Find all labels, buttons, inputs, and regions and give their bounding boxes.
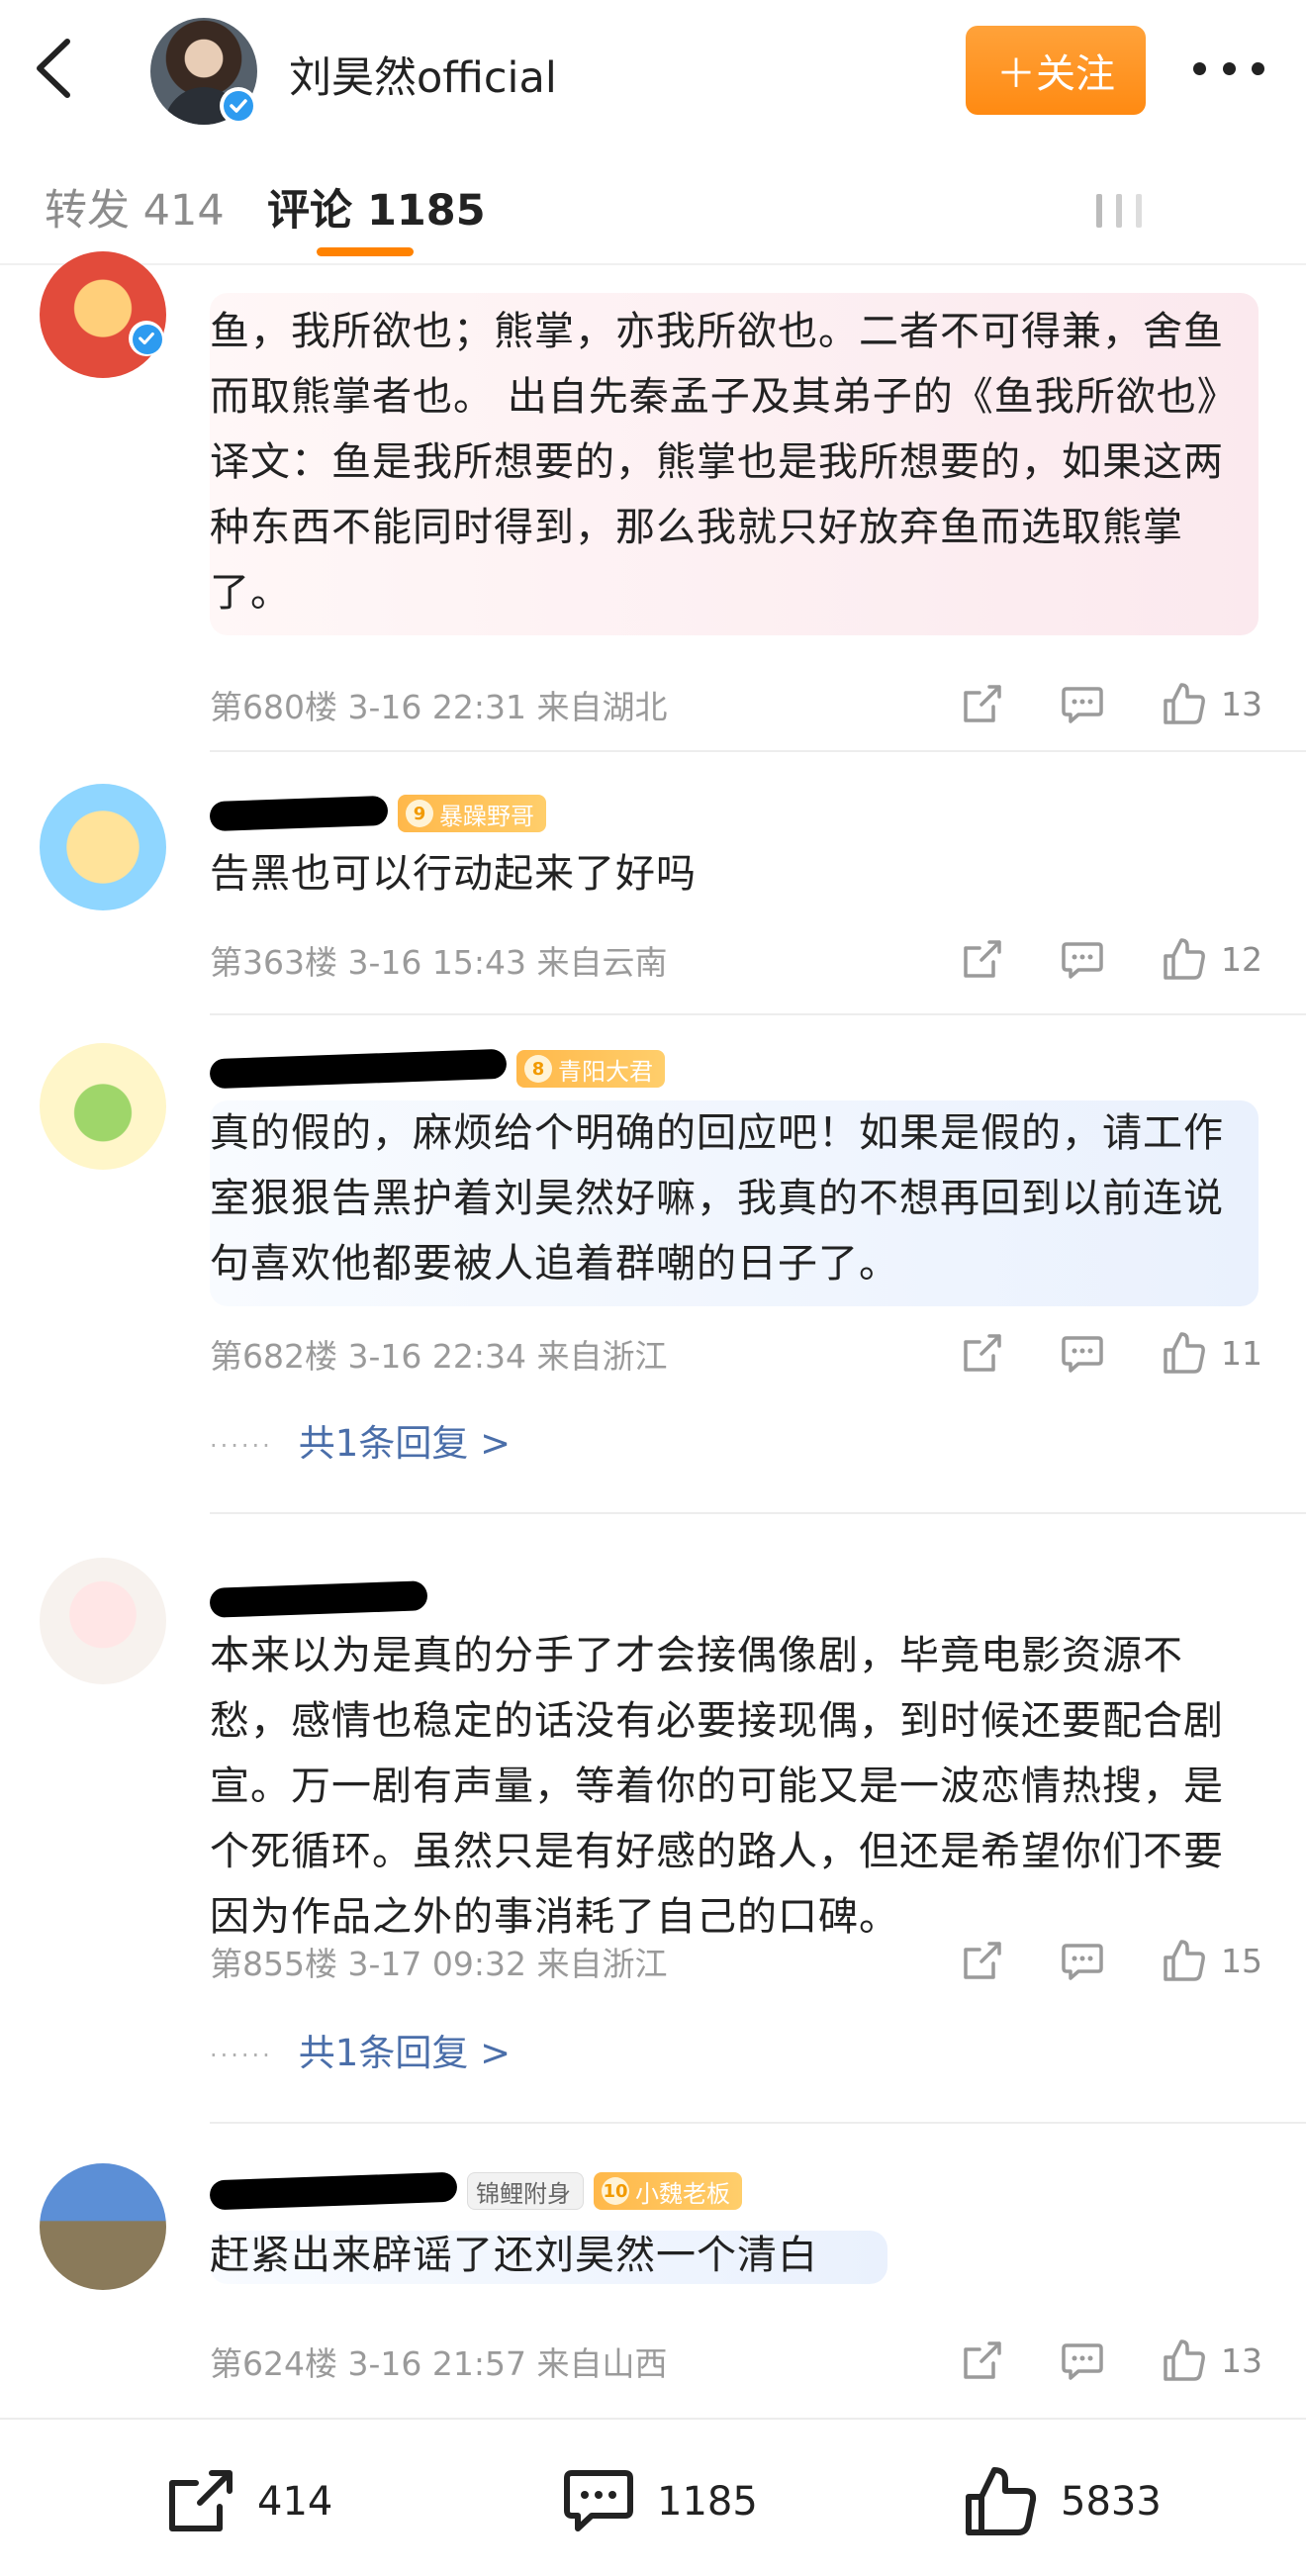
comment-actions: 13 [960,679,1276,728]
like-icon[interactable] [1162,1330,1207,1376]
verified-badge-icon [129,321,164,356]
like-icon[interactable] [1162,1938,1207,1983]
like-count: 15 [1221,1942,1262,1980]
commenter-name-row [209,1577,428,1621]
like-count: 13 [1221,2341,1262,2380]
tab-repost[interactable]: 转发 414 [45,176,225,238]
redacted-username [209,2171,458,2211]
redacted-username [209,1048,508,1090]
comment-icon [564,2470,633,2531]
chevron-left-icon[interactable] [28,36,83,101]
share-icon[interactable] [960,1332,1003,1376]
comment-divider [210,2122,1306,2124]
comment-meta: 第682楼 3-16 22:34 来自浙江 [210,1337,668,1376]
commenter-avatar[interactable] [40,784,166,910]
comment-actions: 12 [960,934,1276,984]
comment-item: 锦鲤附身 10 小魏老板 赶紧出来辟谣了还刘昊然一个清白 第624楼 3-16 2… [0,2142,1306,2417]
account-name[interactable]: 刘昊然official [289,44,557,105]
comment-divider [210,1512,1306,1514]
like-icon[interactable] [1162,2337,1207,2383]
reply-icon[interactable] [1061,2341,1104,2381]
view-replies-link[interactable]: ······ 共1条回复 > [210,2023,511,2076]
comment-text-content: 赶紧出来辟谣了还刘昊然一个清白 [210,2231,887,2284]
share-icon[interactable] [960,2339,1003,2383]
like-button[interactable]: 5833 [964,2467,1162,2536]
fan-level-badge: 9 暴躁野哥 [398,795,546,832]
comment-meta: 第680楼 3-16 22:31 来自湖北 [210,688,668,726]
redacted-username [209,795,389,832]
like-icon[interactable] [1162,681,1207,726]
comment-count: 1185 [657,2479,758,2525]
comment-divider [210,750,1306,752]
redacted-username [209,1580,428,1618]
comment-actions: 11 [960,1328,1276,1378]
fan-level-badge: 8 青阳大君 [516,1050,665,1088]
commenter-name-row: 9 暴躁野哥 [209,792,546,835]
comment-text: 真的假的，麻烦给个明确的回应吧！如果是假的，请工作室狠狠告黑护着刘昊然好嘛，我真… [210,1100,1259,1306]
share-icon[interactable] [960,683,1003,726]
comment-actions: 15 [960,1936,1276,1985]
comment-item: 8 青阳大君 真的假的，麻烦给个明确的回应吧！如果是假的，请工作室狠狠告黑护着刘昊… [0,1025,1306,1524]
bottom-action-bar: 414 1185 5833 [0,2418,1306,2576]
comment-meta: 第855楼 3-17 09:32 来自浙江 [210,1945,668,1983]
share-icon[interactable] [960,938,1003,982]
commenter-avatar[interactable] [40,251,166,378]
share-icon[interactable] [960,1940,1003,1983]
repost-button[interactable]: 414 [164,2467,332,2536]
comment-text: 鱼，我所欲也；熊掌，亦我所欲也。二者不可得兼，舍鱼而取熊掌者也。 出自先秦孟子及… [210,293,1259,635]
reply-icon[interactable] [1061,685,1104,724]
comment-text: 告黑也可以行动起来了好吗 [210,851,697,897]
follow-button[interactable]: ＋关注 [966,26,1146,115]
active-tab-indicator [317,247,414,256]
like-count: 12 [1221,940,1262,979]
commenter-avatar[interactable] [40,2163,166,2290]
more-dots-icon[interactable] [1193,46,1264,91]
tab-bar: 转发 414 评论 1185 [0,139,1306,265]
comment-item: 本来以为是真的分手了才会接偶像剧，毕竟电影资源不愁，感情也稳定的话没有必要接现偶… [0,1534,1306,2132]
tab-comments[interactable]: 评论 1185 [267,176,486,238]
lucky-tag-badge: 锦鲤附身 [467,2172,584,2210]
commenter-name-row: 锦鲤附身 10 小魏老板 [209,2169,742,2213]
commenter-avatar[interactable] [40,1558,166,1684]
like-icon[interactable] [1162,936,1207,982]
comment-text: 赶紧出来辟谣了还刘昊然一个清白 [210,2223,1259,2288]
commenter-avatar[interactable] [40,1043,166,1170]
reply-icon[interactable] [1061,1942,1104,1981]
comment-divider [210,1013,1306,1015]
comment-actions: 13 [960,2336,1276,2385]
comment-meta: 第624楼 3-16 21:57 来自山西 [210,2344,668,2383]
view-replies-link[interactable]: ······ 共1条回复 > [210,1413,511,1467]
reply-icon[interactable] [1061,940,1104,980]
repost-count: 414 [257,2479,333,2525]
like-count: 11 [1221,1334,1262,1373]
sort-icon[interactable] [1096,194,1144,228]
comment-item: 9 暴躁野哥 告黑也可以行动起来了好吗 第363楼 3-16 15:43 来自云南… [0,762,1306,1015]
share-icon [169,2470,233,2531]
fan-level-badge: 10 小魏老板 [594,2172,742,2210]
verified-badge-icon [220,87,257,125]
like-count: 13 [1221,685,1262,723]
like-icon [966,2467,1037,2535]
comment-meta: 第363楼 3-16 15:43 来自云南 [210,943,668,982]
commenter-name-row: 8 青阳大君 [209,1047,665,1091]
comment-button[interactable]: 1185 [562,2467,758,2536]
comment-text: 本来以为是真的分手了才会接偶像剧，毕竟电影资源不愁，感情也稳定的话没有必要接现偶… [210,1633,1224,1940]
comment-item: 鱼，我所欲也；熊掌，亦我所欲也。二者不可得兼，舍鱼而取熊掌者也。 出自先秦孟子及… [0,251,1306,752]
top-navigation-bar: 刘昊然official ＋关注 [0,0,1306,137]
reply-icon[interactable] [1061,1334,1104,1374]
like-count-total: 5833 [1061,2479,1162,2525]
